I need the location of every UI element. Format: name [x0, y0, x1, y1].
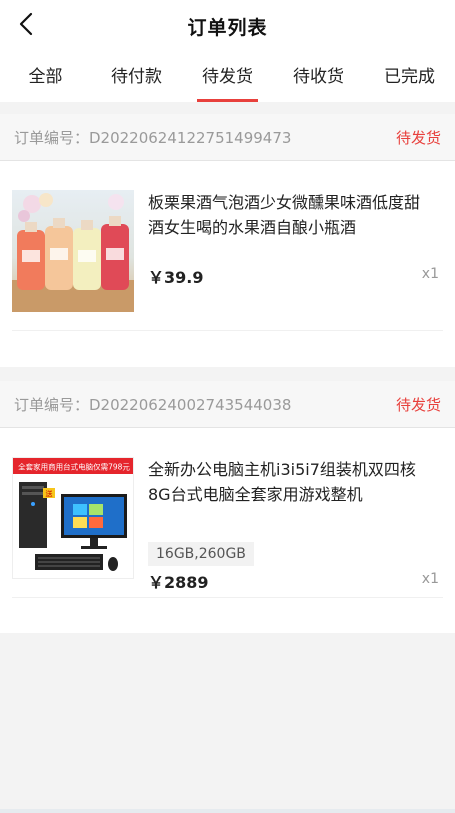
order-status: 待发货 — [395, 129, 441, 147]
product-quantity: x1 — [421, 266, 439, 282]
order-number: 订单编号：D20220624002743544038 — [14, 396, 292, 414]
tab-completed[interactable]: 已完成 — [364, 62, 455, 102]
status-tabs: 全部 待付款 待发货 待收货 已完成 — [0, 62, 455, 102]
image-badge-text: 送 — [46, 489, 53, 498]
product-image[interactable] — [12, 190, 134, 312]
product-image[interactable]: 全套家用商用台式电脑仅需798元 送 — [12, 457, 134, 579]
product-price: ￥39.9 — [148, 268, 204, 287]
order-card[interactable]: 订单编号：D20220624002743544038 待发货 全套家用商用台式电… — [0, 381, 455, 633]
order-header: 订单编号：D20220624122751499473 待发货 — [0, 114, 455, 161]
header: 订单列表 全部 待付款 待发货 待收货 已完成 — [0, 0, 455, 102]
image-banner-text: 全套家用商用台式电脑仅需798元 — [18, 462, 130, 472]
product-title[interactable]: 全新办公电脑主机i3i5i7组装机双四核8G台式电脑全套家用游戏整机 — [148, 457, 433, 507]
tab-pending-payment[interactable]: 待付款 — [91, 62, 182, 102]
order-number: 订单编号：D20220624122751499473 — [14, 129, 292, 147]
order-header: 订单编号：D20220624002743544038 待发货 — [0, 381, 455, 428]
product-quantity: x1 — [421, 571, 439, 587]
product-spec: 16GB,260GB — [148, 542, 254, 566]
bottom-divider — [0, 809, 455, 813]
product-price: ￥2889 — [148, 573, 209, 592]
page-title: 订单列表 — [187, 17, 268, 39]
order-status: 待发货 — [395, 396, 441, 414]
product-title[interactable]: 板栗果酒气泡酒少女微醺果味酒低度甜酒女生喝的水果酒自酿小瓶酒 — [148, 190, 433, 240]
order-card[interactable]: 订单编号：D20220624122751499473 待发货 板栗果酒气泡酒少女… — [0, 114, 455, 367]
order-list-page: 订单列表 全部 待付款 待发货 待收货 已完成 订单编号：D2022062412… — [0, 0, 455, 813]
order-item[interactable]: 板栗果酒气泡酒少女微醺果味酒低度甜酒女生喝的水果酒自酿小瓶酒 ￥39.9 x1 — [12, 160, 443, 331]
order-item[interactable]: 全套家用商用台式电脑仅需798元 送 全新办公电脑主机i3i5i7组装机双四核8… — [12, 427, 443, 598]
tab-all[interactable]: 全部 — [0, 62, 91, 102]
tab-pending-receipt[interactable]: 待收货 — [273, 62, 364, 102]
tab-pending-shipment[interactable]: 待发货 — [182, 62, 273, 102]
